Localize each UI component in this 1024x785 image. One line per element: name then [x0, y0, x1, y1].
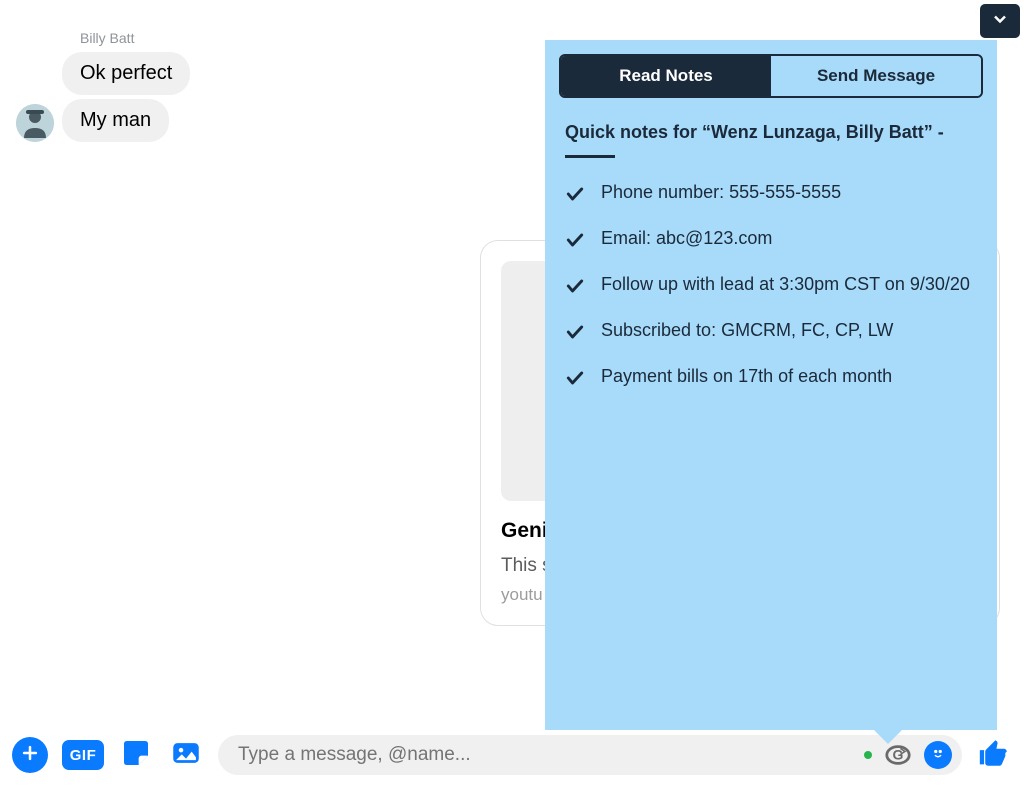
note-item: Follow up with lead at 3:30pm CST on 9/3… [565, 274, 977, 296]
add-attachment-button[interactable] [12, 737, 48, 773]
notes-panel: Read Notes Send Message Quick notes for … [545, 40, 997, 730]
notes-tabs: Read Notes Send Message [559, 54, 983, 98]
note-item: Email: abc@123.com [565, 228, 977, 250]
note-text: Phone number: 555-555-5555 [601, 182, 841, 203]
notes-body: Quick notes for “Wenz Lunzaga, Billy Bat… [545, 98, 997, 432]
avatar[interactable] [16, 104, 54, 142]
check-icon [565, 276, 585, 296]
thumbs-up-icon [977, 736, 1011, 775]
note-item: Subscribed to: GMCRM, FC, CP, LW [565, 320, 977, 342]
note-item: Payment bills on 17th of each month [565, 366, 977, 388]
note-text: Subscribed to: GMCRM, FC, CP, LW [601, 320, 893, 341]
sticker-icon [120, 737, 152, 774]
image-icon [169, 736, 203, 775]
tab-read-notes[interactable]: Read Notes [561, 56, 771, 96]
note-text: Email: abc@123.com [601, 228, 772, 249]
notes-title: Quick notes for “Wenz Lunzaga, Billy Bat… [565, 122, 977, 143]
panel-tail [870, 726, 906, 744]
tab-send-message[interactable]: Send Message [771, 56, 981, 96]
note-text: Payment bills on 17th of each month [601, 366, 892, 387]
active-status-dot [864, 751, 872, 759]
integration-icon[interactable]: G [884, 741, 912, 769]
smiley-icon [929, 744, 947, 767]
thumbs-up-button[interactable] [976, 737, 1012, 773]
plus-icon [20, 743, 40, 768]
collapse-panel-button[interactable] [980, 4, 1020, 38]
message-input[interactable]: Type a message, @name... G [218, 735, 962, 775]
emoji-button[interactable] [924, 741, 952, 769]
notes-divider [565, 155, 615, 158]
message-bubble: Ok perfect [62, 52, 190, 95]
gif-button[interactable]: GIF [62, 740, 104, 770]
sticker-button[interactable] [118, 737, 154, 773]
svg-text:G: G [893, 747, 904, 763]
check-icon [565, 368, 585, 388]
image-button[interactable] [168, 737, 204, 773]
check-icon [565, 230, 585, 250]
message-placeholder: Type a message, @name... [238, 744, 864, 766]
input-inner-icons: G [864, 741, 952, 769]
check-icon [565, 322, 585, 342]
message-bubble: My man [62, 99, 169, 142]
note-item: Phone number: 555-555-5555 [565, 182, 977, 204]
note-text: Follow up with lead at 3:30pm CST on 9/3… [601, 274, 970, 295]
chevron-down-icon [990, 9, 1010, 34]
check-icon [565, 184, 585, 204]
